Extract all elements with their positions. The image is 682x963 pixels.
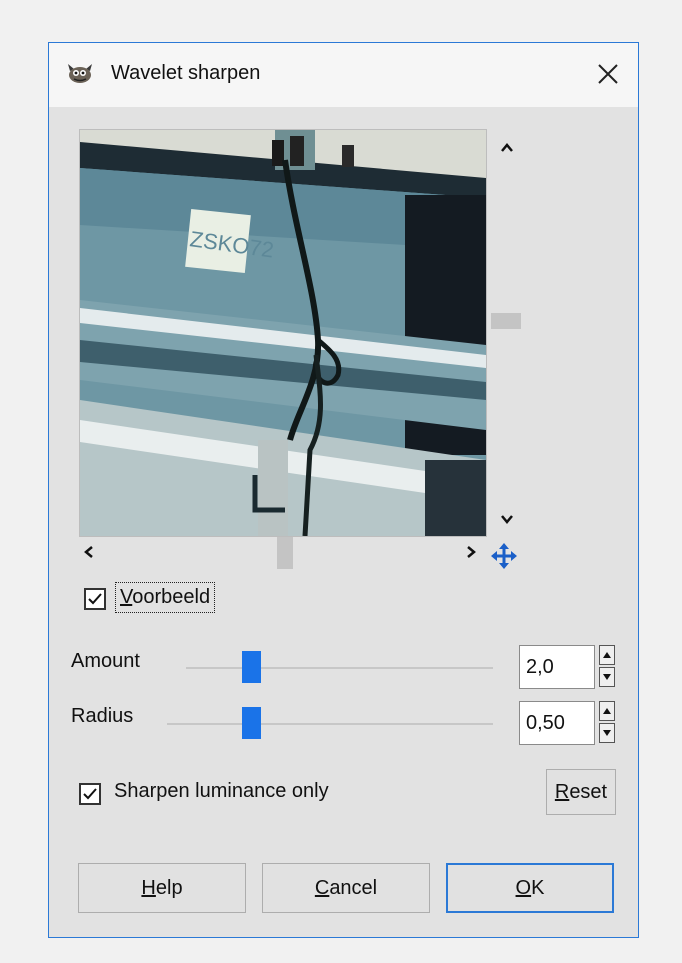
radius-label: Radius	[71, 705, 134, 727]
preview-image[interactable]: ZSKO72	[79, 129, 487, 537]
radius-input[interactable]	[519, 701, 595, 745]
vertical-scrollbar-thumb[interactable]	[491, 313, 521, 329]
amount-input[interactable]	[519, 645, 595, 689]
radius-slider-track[interactable]	[167, 723, 493, 725]
scroll-right-icon[interactable]	[461, 542, 481, 562]
move-arrows-icon[interactable]	[490, 542, 518, 570]
amount-label: Amount	[71, 650, 140, 672]
preview-label[interactable]: Voorbeeld	[115, 582, 216, 613]
gimp-wilber-icon	[68, 64, 92, 83]
scroll-up-icon[interactable]	[497, 138, 517, 158]
amount-decrement-button[interactable]	[599, 667, 615, 687]
radius-decrement-button[interactable]	[599, 723, 615, 743]
ok-button[interactable]: OK	[446, 863, 614, 913]
amount-slider-handle[interactable]	[242, 651, 261, 683]
luminance-label[interactable]: Sharpen luminance only	[114, 780, 329, 803]
reset-button[interactable]: Reset	[546, 769, 616, 815]
preview-checkbox[interactable]	[84, 588, 106, 610]
amount-increment-button[interactable]	[599, 645, 615, 665]
luminance-checkbox[interactable]	[79, 783, 101, 805]
scroll-left-icon[interactable]	[79, 542, 99, 562]
amount-slider-track[interactable]	[186, 667, 493, 669]
radius-slider-handle[interactable]	[242, 707, 261, 739]
title-bar: Wavelet sharpen	[49, 43, 638, 107]
wavelet-sharpen-dialog: Wavelet sharpen ZSKO72 Voorbeeld Amount …	[48, 42, 639, 938]
horizontal-scrollbar-thumb[interactable]	[277, 537, 293, 569]
dialog-title: Wavelet sharpen	[111, 62, 261, 84]
help-button[interactable]: Help	[78, 863, 246, 913]
scroll-down-icon[interactable]	[497, 509, 517, 529]
cancel-button[interactable]: Cancel	[262, 863, 430, 913]
close-icon[interactable]	[592, 58, 624, 90]
radius-increment-button[interactable]	[599, 701, 615, 721]
